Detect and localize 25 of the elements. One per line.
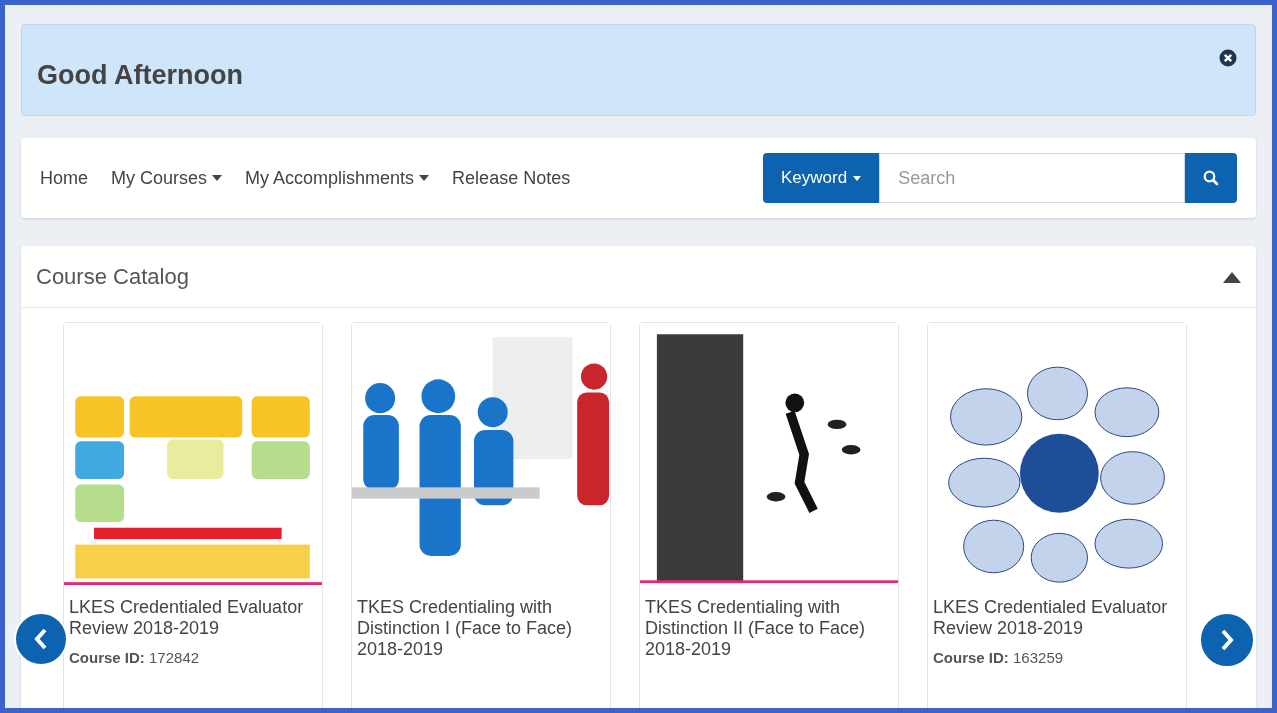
nav-link[interactable]: My Courses	[111, 164, 223, 192]
course-card[interactable]: LKES Credentialed Evaluator Review 2018-2019 Course ID: 172842	[63, 322, 323, 708]
collapse-icon[interactable]	[1223, 270, 1241, 283]
chevron-right-icon	[1219, 628, 1235, 652]
nav-link[interactable]: Release Notes	[452, 164, 571, 192]
course-title[interactable]: TKES Credentialing with Distinction I (Face to Face) 2018-2019	[352, 585, 610, 660]
keyword-dropdown[interactable]: Keyword	[763, 153, 880, 203]
course-id: Course ID: 163259	[932, 648, 1065, 668]
search-button[interactable]	[1185, 153, 1237, 203]
nav-link[interactable]: Home	[40, 164, 88, 192]
chevron-left-icon	[33, 627, 49, 651]
greeting-title: Good Afternoon	[37, 59, 243, 92]
search-field[interactable]: Search	[879, 153, 1185, 203]
course-card[interactable]: TKES Credentialing with Distinction I (Face to Face) 2018-2019	[351, 322, 611, 708]
course-id: Course ID: 172842	[68, 648, 201, 668]
search-icon	[1203, 170, 1219, 186]
close-icon[interactable]	[1219, 49, 1237, 67]
course-card[interactable]: LKES Credentialed Evaluator Review 2018-2019 Course ID: 163259	[927, 322, 1187, 708]
caret-icon	[853, 175, 862, 181]
course-card[interactable]: TKES Credentialing with Distinction II (Face to Face) 2018-2019	[639, 322, 899, 708]
panel-title: Course Catalog	[36, 263, 189, 291]
nav-link[interactable]: My Accomplishments	[245, 164, 430, 192]
course-title[interactable]: LKES Credentialed Evaluator Review 2018-2019	[928, 585, 1186, 639]
course-title[interactable]: LKES Credentialed Evaluator Review 2018-2019	[64, 585, 322, 639]
course-title[interactable]: TKES Credentialing with Distinction II (Face to Face) 2018-2019	[640, 585, 898, 660]
